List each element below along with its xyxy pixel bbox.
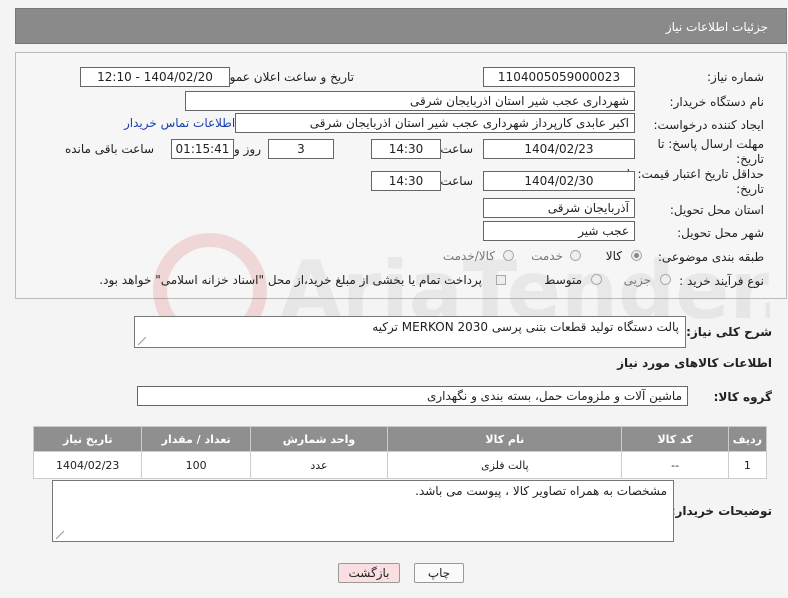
- announce-label: تاریخ و ساعت اعلان عمومی:: [209, 70, 354, 84]
- goods-table: ردیف کد کالا نام کالا واحد شمارش تعداد /…: [32, 426, 768, 479]
- col-unit: واحد شمارش: [249, 426, 389, 452]
- announce-field: 1404/02/20 - 12:10: [80, 67, 230, 87]
- process-minor-label: جزیی: [623, 273, 651, 287]
- col-row: ردیف: [727, 426, 768, 452]
- validity-label: حداقل تاریخ اعتبار قیمت: تا تاریخ:: [626, 167, 764, 196]
- col-code: کد کالا: [621, 426, 729, 452]
- description-text: پالت دستگاه تولید قطعات بتنی پرسی MERKON…: [372, 320, 679, 334]
- description-textarea: پالت دستگاه تولید قطعات بتنی پرسی MERKON…: [134, 316, 686, 348]
- col-qty: تعداد / مقدار: [141, 426, 251, 452]
- category-label: طبقه بندی موضوعی:: [657, 250, 764, 264]
- validity-time-label: ساعت: [440, 174, 473, 188]
- print-button[interactable]: چاپ: [414, 563, 464, 583]
- buyer-notes-label: توضیحات خریدار:: [670, 504, 772, 518]
- resize-grip-icon[interactable]: [138, 337, 146, 345]
- need-number-field: 1104005059000023: [483, 67, 635, 87]
- deadline-time-label: ساعت: [440, 142, 473, 156]
- category-service-label: خدمت: [531, 249, 563, 263]
- page-title: جزئیات اطلاعات نیاز: [665, 20, 768, 34]
- process-medium-label: متوسط: [544, 273, 582, 287]
- cell-qty: 100: [141, 451, 251, 479]
- deadline-time-field: 14:30: [371, 139, 441, 159]
- deadline-label: مهلت ارسال پاسخ: تا تاریخ:: [657, 137, 764, 166]
- cell-unit: عدد: [249, 451, 389, 479]
- process-medium-radio[interactable]: [591, 274, 602, 285]
- validity-date-field: 1404/02/30: [483, 171, 635, 191]
- deadline-date-field: 1404/02/23: [483, 139, 635, 159]
- category-goods-service-label: کالا/خدمت: [442, 249, 495, 263]
- col-date: تاریخ نیاز: [32, 426, 143, 452]
- resize-grip-icon[interactable]: [56, 531, 64, 539]
- goods-group-field: ماشین آلات و ملزومات حمل، بسته بندی و نگ…: [137, 386, 688, 406]
- buyer-org-field: شهرداری عجب شیر استان اذربایجان شرقی: [185, 91, 635, 111]
- goods-table-wrapper: ردیف کد کالا نام کالا واحد شمارش تعداد /…: [32, 426, 768, 479]
- process-label: نوع فرآیند خرید :: [679, 274, 764, 288]
- days-field: 3: [268, 139, 334, 159]
- province-label: استان محل تحویل:: [669, 203, 764, 217]
- province-field: آذربایجان شرقی: [483, 198, 635, 218]
- validity-time-field: 14:30: [371, 171, 441, 191]
- remaining-time-field: 01:15:41: [171, 139, 234, 159]
- city-field: عجب شیر: [483, 221, 635, 241]
- treasury-payment-note: پرداخت تمام یا بخشی از مبلغ خرید،از محل …: [99, 273, 482, 287]
- category-goods-service-radio[interactable]: [503, 250, 514, 261]
- category-goods-label: کالا: [605, 249, 622, 263]
- category-goods-radio[interactable]: [631, 250, 642, 261]
- creator-field: اکبر عابدی کارپرداز شهرداری عجب شیر استا…: [235, 113, 635, 133]
- city-label: شهر محل تحویل:: [677, 226, 764, 240]
- remaining-label: ساعت باقی مانده: [64, 142, 154, 156]
- buyer-notes-textarea: مشخصات به همراه تصاویر کالا ، پیوست می ب…: [52, 480, 674, 542]
- cell-name: پالت فلزی: [387, 451, 623, 479]
- process-minor-radio[interactable]: [660, 274, 671, 285]
- panel-header: جزئیات اطلاعات نیاز: [15, 8, 787, 44]
- col-name: نام کالا: [387, 426, 623, 452]
- description-label: شرح کلی نیاز:: [686, 325, 772, 339]
- cell-code: --: [621, 451, 729, 479]
- buyer-org-label: نام دستگاه خریدار:: [669, 95, 765, 109]
- category-service-radio[interactable]: [570, 250, 581, 261]
- back-button[interactable]: بازگشت: [338, 563, 400, 583]
- goods-table-header: ردیف کد کالا نام کالا واحد شمارش تعداد /…: [32, 426, 768, 452]
- creator-label: ایجاد کننده درخواست:: [653, 118, 764, 132]
- contact-buyer-link[interactable]: اطلاعات تماس خریدار: [124, 116, 235, 130]
- cell-date: 1404/02/23: [32, 451, 143, 479]
- buyer-notes-text: مشخصات به همراه تصاویر کالا ، پیوست می ب…: [415, 484, 667, 498]
- days-label: روز و: [234, 142, 261, 156]
- need-number-label: شماره نیاز:: [707, 70, 764, 84]
- cell-row: 1: [727, 451, 768, 479]
- goods-section-title: اطلاعات کالاهای مورد نیاز: [617, 356, 772, 370]
- table-row: 1 -- پالت فلزی عدد 100 1404/02/23: [32, 451, 768, 479]
- treasury-payment-checkbox[interactable]: [496, 275, 506, 285]
- goods-group-label: گروه کالا:: [713, 390, 772, 404]
